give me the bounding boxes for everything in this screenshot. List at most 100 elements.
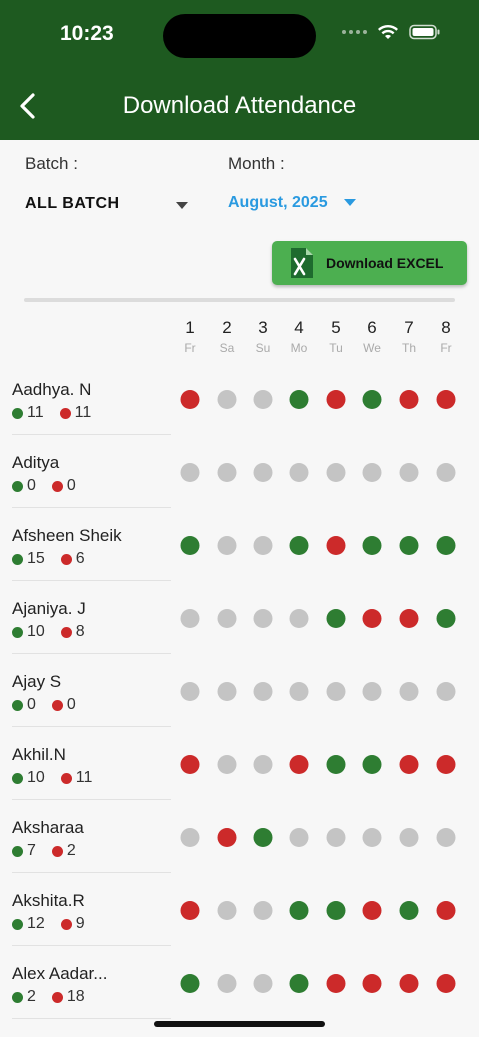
student-row[interactable]: Ajaniya. J 10 8 [0, 581, 479, 654]
day-number: 7 [404, 318, 414, 337]
absent-status-dot [217, 828, 237, 847]
no-record-dot [289, 609, 309, 628]
present-dot-icon [12, 626, 23, 638]
day-column-header: 4 Mo [284, 318, 314, 355]
present-status-dot [289, 974, 309, 993]
day-weekday: Mo [290, 341, 308, 355]
month-label: Month : [228, 154, 285, 173]
absent-dot-icon [60, 918, 72, 930]
day-column-header: 7 Th [394, 318, 424, 355]
student-name: Aksharaa [12, 818, 84, 837]
day-number: 1 [185, 318, 195, 337]
present-dot-icon [12, 918, 23, 930]
absent-status-dot [326, 536, 346, 555]
no-record-dot [253, 390, 273, 409]
day-weekday: Tu [329, 341, 343, 355]
absent-status-dot [436, 390, 456, 409]
present-status-dot [180, 536, 200, 555]
student-row[interactable]: Akshita.R 12 9 [0, 873, 479, 946]
dynamic-island [163, 14, 316, 58]
student-name: Afsheen Sheik [12, 526, 122, 545]
present-dot-icon [12, 480, 23, 492]
day-number: 4 [294, 318, 304, 337]
absent-status-dot [436, 974, 456, 993]
download-excel-button[interactable]: Download EXCEL [272, 241, 467, 285]
present-status-dot [326, 609, 346, 628]
present-status-dot [362, 390, 382, 409]
day-column-header: 2 Sa [212, 318, 242, 355]
present-status-dot [289, 536, 309, 555]
batch-dropdown-caret-icon[interactable] [176, 202, 188, 209]
no-record-dot [362, 682, 382, 701]
student-row[interactable]: Afsheen Sheik 15 6 [0, 508, 479, 581]
present-status-dot [180, 974, 200, 993]
student-row[interactable]: Alex Aadar... 2 18 [0, 946, 479, 1019]
student-row[interactable]: Aadhya. N 11 11 [0, 362, 479, 435]
no-record-dot [217, 682, 237, 701]
day-column-header: 6 We [357, 318, 387, 355]
month-dropdown-caret-icon[interactable] [344, 199, 356, 206]
day-weekday: Fr [440, 341, 452, 355]
day-number: 6 [367, 318, 377, 337]
no-record-dot [217, 755, 237, 774]
student-row[interactable]: Akhil.N 10 11 [0, 727, 479, 800]
batch-value[interactable]: ALL BATCH [25, 195, 120, 213]
student-row[interactable]: Aditya 0 0 [0, 435, 479, 508]
no-record-dot [253, 536, 273, 555]
no-record-dot [289, 828, 309, 847]
day-weekday: Sa [219, 341, 235, 355]
absent-status-dot [362, 901, 382, 920]
student-name: Akhil.N [12, 745, 66, 764]
day-weekday: We [363, 341, 381, 355]
no-record-dot [436, 828, 456, 847]
student-name: Ajaniya. J [12, 599, 86, 618]
present-status-dot [362, 755, 382, 774]
status-time: 10:23 [60, 22, 114, 45]
attendance-counts: 00 [12, 696, 92, 714]
absent-status-dot [180, 901, 200, 920]
absent-status-dot [326, 974, 346, 993]
student-row[interactable]: Aksharaa 7 2 [0, 800, 479, 873]
no-record-dot [289, 682, 309, 701]
absent-status-dot [180, 390, 200, 409]
attendance-counts: 15 6 [12, 550, 101, 568]
attendance-counts: 11 11 [12, 404, 107, 422]
no-record-dot [253, 682, 273, 701]
no-record-dot [326, 463, 346, 482]
absent-status-dot [180, 755, 200, 774]
absent-status-dot [289, 755, 309, 774]
student-row[interactable]: Ajay S00 [0, 654, 479, 727]
present-dot-icon [12, 553, 23, 565]
no-record-dot [362, 463, 382, 482]
student-name: Akshita.R [12, 891, 85, 910]
present-status-dot [436, 609, 456, 628]
present-count: 11 [27, 404, 44, 421]
download-attendance-screen: 10:23 Download Attendance Batch : Month … [0, 0, 479, 1037]
absent-count: 11 [75, 769, 93, 786]
absent-status-dot [326, 390, 346, 409]
month-value[interactable]: August, 2025 [228, 194, 328, 212]
no-record-dot [362, 828, 382, 847]
no-record-dot [253, 755, 273, 774]
section-divider [24, 298, 455, 302]
present-count: 10 [27, 769, 45, 786]
no-record-dot [436, 463, 456, 482]
absent-count: 18 [66, 988, 85, 1005]
attendance-counts: 10 8 [12, 623, 101, 641]
page-title: Download Attendance [122, 92, 357, 119]
cellular-signal-icon [342, 30, 367, 34]
no-record-dot [217, 463, 237, 482]
present-status-dot [326, 755, 346, 774]
present-status-dot [289, 901, 309, 920]
no-record-dot [217, 974, 237, 993]
absent-count: 0 [66, 696, 76, 713]
attendance-counts: 2 18 [12, 988, 101, 1006]
no-record-dot [180, 828, 200, 847]
excel-file-icon [291, 248, 313, 278]
absent-status-dot [399, 609, 419, 628]
absent-status-dot [436, 901, 456, 920]
absent-count: 0 [66, 477, 76, 494]
attendance-counts: 72 [12, 842, 92, 860]
day-header-row: 1 Fr 2 Sa 3 Su 4 Mo 5 Tu 6 We 7 Th 8 Fr [0, 318, 479, 362]
absent-dot-icon [60, 626, 72, 638]
